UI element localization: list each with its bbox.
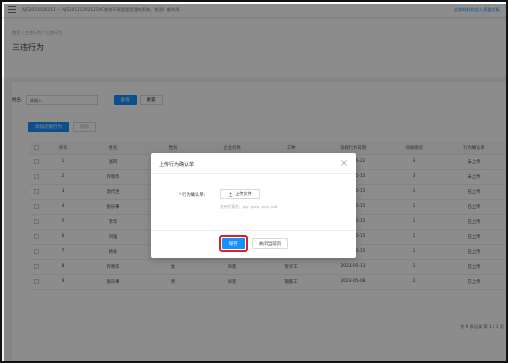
upload-file-button[interactable]: 上传文件 xyxy=(220,189,260,199)
modal-header-divider xyxy=(151,173,356,174)
save-button-highlight: 保存 xyxy=(218,235,248,252)
app-window: AJS2021030213 — AJS20121202121AC收到不再受理受理… xyxy=(0,0,508,363)
required-mark: * xyxy=(179,193,182,198)
upload-modal: 上传行为确认单 *行为确认单: 上传文件 支持扩展名: .jpg .jpeg .… xyxy=(151,153,356,258)
modal-footer-divider xyxy=(151,230,356,231)
modal-footer: 保存 关闭当前页 xyxy=(151,235,356,252)
confirmation-form-label: *行为确认单: xyxy=(179,193,206,198)
save-button[interactable]: 保存 xyxy=(221,238,245,249)
upload-hint: 支持扩展名: .jpg .jpeg .png .pdf xyxy=(220,204,278,209)
close-icon[interactable] xyxy=(340,159,348,167)
upload-icon xyxy=(228,191,233,196)
close-page-button[interactable]: 关闭当前页 xyxy=(251,238,289,249)
modal-title: 上传行为确认单 xyxy=(159,162,195,168)
upload-file-label: 上传文件 xyxy=(235,191,252,196)
